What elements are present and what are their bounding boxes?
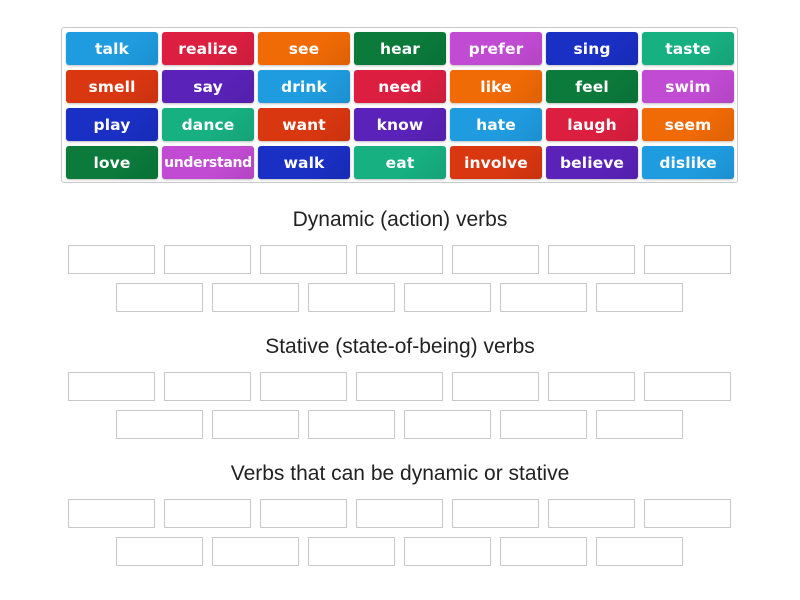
drop-slot[interactable] <box>116 283 203 312</box>
drop-slot[interactable] <box>68 372 155 401</box>
drop-slot[interactable] <box>644 372 731 401</box>
word-tile-dance[interactable]: dance <box>162 108 254 141</box>
word-tile-understand[interactable]: understand <box>162 146 254 179</box>
drop-slot[interactable] <box>452 372 539 401</box>
drop-slot[interactable] <box>212 410 299 439</box>
drop-slot[interactable] <box>164 372 251 401</box>
word-tile-want[interactable]: want <box>258 108 350 141</box>
word-tile-say[interactable]: say <box>162 70 254 103</box>
drop-slot[interactable] <box>116 537 203 566</box>
drop-slot[interactable] <box>260 372 347 401</box>
word-tile-need[interactable]: need <box>354 70 446 103</box>
word-tile-play[interactable]: play <box>66 108 158 141</box>
word-tile-involve[interactable]: involve <box>450 146 542 179</box>
word-tile-prefer[interactable]: prefer <box>450 32 542 65</box>
word-tile-love[interactable]: love <box>66 146 158 179</box>
drop-slot[interactable] <box>452 245 539 274</box>
word-tile-swim[interactable]: swim <box>642 70 734 103</box>
group-title: Verbs that can be dynamic or stative <box>230 462 570 485</box>
word-tile-like[interactable]: like <box>450 70 542 103</box>
word-tile-taste[interactable]: taste <box>642 32 734 65</box>
word-tile-feel[interactable]: feel <box>546 70 638 103</box>
drop-slot[interactable] <box>500 410 587 439</box>
word-bank: talk realize see hear prefer sing taste smell sa… <box>61 27 738 183</box>
word-tile-dislike[interactable]: dislike <box>642 146 734 179</box>
drop-slot[interactable] <box>596 283 683 312</box>
drop-slot[interactable] <box>644 499 731 528</box>
word-tile-talk[interactable]: talk <box>66 32 158 65</box>
drop-slot[interactable] <box>68 245 155 274</box>
drop-slot[interactable] <box>548 499 635 528</box>
drop-slot[interactable] <box>308 537 395 566</box>
drop-slot[interactable] <box>116 410 203 439</box>
drop-slot[interactable] <box>164 245 251 274</box>
drop-slot[interactable] <box>356 245 443 274</box>
drop-slot[interactable] <box>308 283 395 312</box>
drop-slot[interactable] <box>260 499 347 528</box>
group-title: Dynamic (action) verbs <box>292 208 508 231</box>
drop-slot[interactable] <box>644 245 731 274</box>
drop-slot[interactable] <box>68 499 155 528</box>
word-tile-realize[interactable]: realize <box>162 32 254 65</box>
word-tile-laugh[interactable]: laugh <box>546 108 638 141</box>
word-tile-see[interactable]: see <box>258 32 350 65</box>
drop-slot[interactable] <box>452 499 539 528</box>
drop-slot[interactable] <box>404 537 491 566</box>
word-tile-seem[interactable]: seem <box>642 108 734 141</box>
drop-slot[interactable] <box>356 372 443 401</box>
drop-slot[interactable] <box>548 245 635 274</box>
drop-slot[interactable] <box>260 245 347 274</box>
word-tile-eat[interactable]: eat <box>354 146 446 179</box>
drop-slot[interactable] <box>404 283 491 312</box>
word-tile-hate[interactable]: hate <box>450 108 542 141</box>
word-tile-hear[interactable]: hear <box>354 32 446 65</box>
drop-slot[interactable] <box>212 283 299 312</box>
word-tile-drink[interactable]: drink <box>258 70 350 103</box>
drop-slot[interactable] <box>596 410 683 439</box>
drop-slot[interactable] <box>500 537 587 566</box>
word-tile-walk[interactable]: walk <box>258 146 350 179</box>
word-tile-sing[interactable]: sing <box>546 32 638 65</box>
drop-slot[interactable] <box>212 537 299 566</box>
group-title: Stative (state-of-being) verbs <box>265 335 535 358</box>
drop-slot[interactable] <box>308 410 395 439</box>
word-tile-believe[interactable]: believe <box>546 146 638 179</box>
drop-slot[interactable] <box>404 410 491 439</box>
drop-slot[interactable] <box>356 499 443 528</box>
drop-slot[interactable] <box>500 283 587 312</box>
drop-slot[interactable] <box>164 499 251 528</box>
word-tile-smell[interactable]: smell <box>66 70 158 103</box>
drop-slot[interactable] <box>548 372 635 401</box>
drop-slot[interactable] <box>596 537 683 566</box>
word-tile-know[interactable]: know <box>354 108 446 141</box>
